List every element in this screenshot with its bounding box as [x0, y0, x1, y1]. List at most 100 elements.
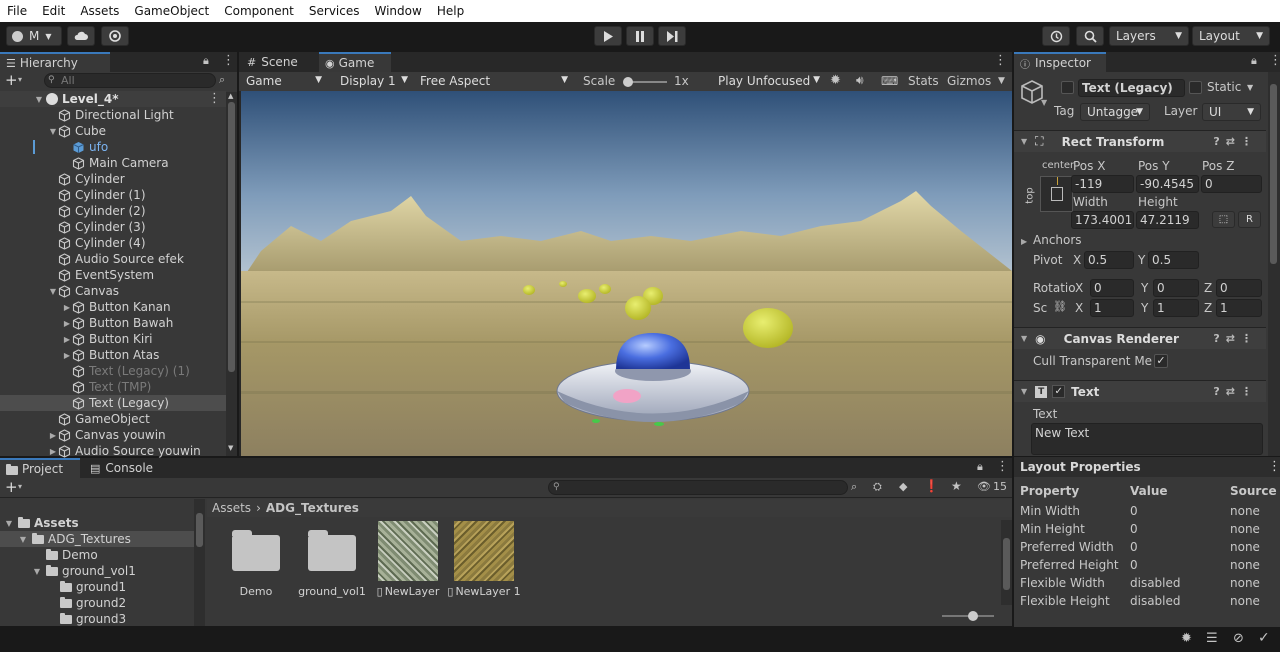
layers-dropdown[interactable]: Layers ▼	[1109, 26, 1189, 46]
asset-folder[interactable]: ground_vol1	[298, 521, 366, 601]
project-tree-item[interactable]: Demo	[0, 547, 194, 563]
scroll-up-icon[interactable]: ▲	[228, 92, 233, 100]
text-value-field[interactable]: New Text	[1031, 423, 1263, 455]
hierarchy-item[interactable]: Cylinder (1)	[0, 187, 226, 203]
play-button[interactable]	[594, 26, 622, 46]
hierarchy-item[interactable]: ▶ Button Bawah	[0, 315, 226, 331]
hierarchy-item[interactable]: Text (Legacy) (1)	[0, 363, 226, 379]
object-name-field[interactable]: Text (Legacy)	[1078, 79, 1185, 97]
chevron-down-icon[interactable]: ▼	[32, 567, 42, 576]
layout-properties-header[interactable]: Layout Properties ⋮	[1014, 457, 1280, 477]
chevron-down-icon[interactable]: ▼	[998, 76, 1005, 86]
search-filter-icon[interactable]: ⌕	[851, 480, 857, 494]
hierarchy-item[interactable]: Directional Light	[0, 107, 226, 123]
component-actions-icons[interactable]: ?⇄⋮	[1213, 385, 1258, 398]
icon-size-slider[interactable]	[942, 611, 994, 621]
hierarchy-item[interactable]: Cylinder	[0, 171, 226, 187]
hierarchy-item[interactable]: ▶ Button Kanan	[0, 299, 226, 315]
scale-y-field[interactable]: 1	[1153, 299, 1199, 317]
hierarchy-item[interactable]: ▶ Button Kiri	[0, 331, 226, 347]
text-enabled-checkbox[interactable]: ✓	[1052, 385, 1066, 398]
hierarchy-item[interactable]: ▶ Canvas youwin	[0, 427, 226, 443]
chevron-right-icon[interactable]: ▶	[1021, 237, 1027, 246]
scroll-down-icon[interactable]: ▼	[228, 444, 233, 452]
keyboard-icon[interactable]: ⌨	[881, 74, 898, 88]
menu-assets[interactable]: Assets	[73, 4, 127, 18]
hierarchy-item[interactable]: Text (Legacy)	[0, 395, 226, 411]
cull-checkbox[interactable]: ✓	[1154, 354, 1168, 368]
scrollbar-thumb[interactable]	[1003, 538, 1010, 590]
chevron-down-icon[interactable]: ▾	[18, 75, 22, 84]
hierarchy-scrollbar[interactable]: ▲ ▼	[226, 92, 237, 456]
icon-size-slider-thumb[interactable]	[968, 611, 978, 621]
history-button[interactable]	[1042, 26, 1070, 46]
account-button[interactable]: M ▼	[6, 26, 62, 46]
tab-scene[interactable]: # Scene	[241, 52, 317, 72]
hierarchy-item[interactable]: GameObject	[0, 411, 226, 427]
chevron-down-icon[interactable]: ▼	[18, 535, 28, 544]
posy-field[interactable]: -90.4545	[1136, 175, 1199, 193]
bug-off-icon[interactable]: ✹	[1181, 631, 1192, 646]
menu-gameobject[interactable]: GameObject	[127, 4, 217, 18]
kebab-menu-icon[interactable]: ⋮	[208, 91, 221, 106]
menu-window[interactable]: Window	[368, 4, 430, 18]
aspect-dropdown[interactable]: Free Aspect ▼	[414, 72, 574, 90]
chevron-down-icon[interactable]: ▼	[34, 95, 44, 104]
project-tree-scrollbar[interactable]	[194, 499, 205, 626]
kebab-menu-icon[interactable]: ⋮	[994, 53, 1007, 68]
breadcrumb-current[interactable]: ADG_Textures	[266, 501, 359, 515]
step-button[interactable]	[658, 26, 686, 46]
chevron-right-icon[interactable]: ▶	[48, 431, 58, 440]
label-icon[interactable]: ◆	[899, 480, 907, 493]
add-icon[interactable]: +	[5, 71, 18, 89]
project-tree-item[interactable]: ▼ ADG_Textures	[0, 531, 194, 547]
hierarchy-item[interactable]: ufo	[0, 139, 226, 155]
menu-services[interactable]: Services	[302, 4, 368, 18]
hierarchy-item[interactable]: Text (TMP)	[0, 379, 226, 395]
hidden-packages-icon[interactable]: 👁︎	[977, 480, 991, 493]
anchor-presets-button[interactable]	[1040, 176, 1073, 212]
audio-icon[interactable]: 🔊︎	[856, 73, 864, 88]
project-search-input[interactable]	[548, 480, 848, 495]
asset-grid-scrollbar[interactable]	[1001, 520, 1012, 605]
tab-hierarchy[interactable]: ☰ Hierarchy	[0, 52, 110, 72]
scrollbar-thumb[interactable]	[228, 102, 235, 372]
kebab-menu-icon[interactable]: ⋮	[222, 53, 235, 68]
breadcrumb-root[interactable]: Assets	[212, 501, 251, 515]
chevron-right-icon[interactable]: ▶	[62, 351, 72, 360]
asset-texture[interactable]: ▯ NewLayer 1	[447, 521, 521, 601]
project-tree-item[interactable]: ground2	[0, 595, 194, 611]
anchors-label[interactable]: Anchors	[1033, 233, 1082, 247]
menu-file[interactable]: File	[0, 4, 35, 18]
chevron-down-icon[interactable]: ▼	[1247, 83, 1253, 92]
search-filter-icon[interactable]: ⌕	[219, 73, 225, 87]
hierarchy-search-input[interactable]: All	[44, 73, 216, 88]
height-field[interactable]: 47.2119	[1136, 211, 1199, 229]
scale-z-field[interactable]: 1	[1216, 299, 1262, 317]
scene-header-row[interactable]: ▼ Level_4* ⋮	[0, 91, 226, 107]
collab-button[interactable]	[101, 26, 129, 46]
rot-z-field[interactable]: 0	[1216, 279, 1262, 297]
hierarchy-item[interactable]: ▼ Cube	[0, 123, 226, 139]
add-icon[interactable]: +	[5, 478, 18, 496]
blueprint-mode-button[interactable]: ⬚	[1212, 211, 1235, 228]
project-tree-item[interactable]: ground3	[0, 611, 194, 627]
chevron-down-icon[interactable]: ▼	[48, 127, 58, 136]
project-tree-item[interactable]: ▼ ground_vol1	[0, 563, 194, 579]
kebab-menu-icon[interactable]: ⋮	[996, 459, 1009, 474]
pause-button[interactable]	[626, 26, 654, 46]
scale-slider[interactable]	[623, 77, 667, 87]
pivot-y-field[interactable]: 0.5	[1148, 251, 1199, 269]
hierarchy-item[interactable]: Cylinder (3)	[0, 219, 226, 235]
width-field[interactable]: 173.4001	[1071, 211, 1134, 229]
layer-dropdown[interactable]: UI ▼	[1202, 103, 1261, 121]
text-component-header[interactable]: ▼ T ✓ Text ?⇄⋮	[1014, 380, 1266, 402]
scrollbar-thumb[interactable]	[1270, 84, 1277, 264]
link-icon[interactable]: ⛓	[1053, 300, 1067, 313]
active-checkbox[interactable]	[1061, 81, 1074, 94]
menu-component[interactable]: Component	[217, 4, 302, 18]
gizmos-button[interactable]: Gizmos	[947, 74, 991, 88]
chevron-right-icon[interactable]: ▶	[48, 447, 58, 456]
play-focus-dropdown[interactable]: Play Unfocused ▼	[714, 72, 822, 90]
check-circle-icon[interactable]: ✓	[1258, 630, 1270, 646]
